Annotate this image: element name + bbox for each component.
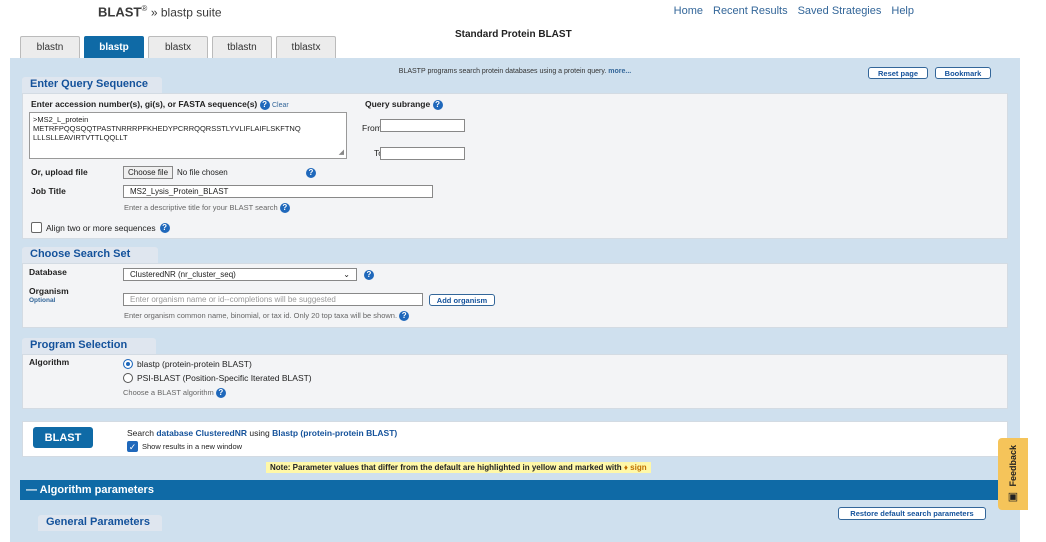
algorithm-label: Algorithm (29, 357, 70, 367)
tab-blastn[interactable]: blastn (20, 36, 80, 58)
help-icon[interactable]: ? (306, 168, 316, 178)
program-tabs: blastn blastp blastx tblastn tblastx (20, 36, 336, 58)
nav-recent-results-link[interactable]: Recent Results (713, 5, 788, 17)
choose-file-button[interactable]: Choose file (123, 166, 174, 179)
algorithm-hint-text: Choose a BLAST algorithm (123, 388, 214, 397)
search-summary-using: using (249, 428, 270, 438)
blastp-radio[interactable] (123, 359, 133, 369)
blast-suite-title: BLAST® » blastp suite (98, 4, 222, 19)
parameter-note-text: Note: Parameter values that differ from … (270, 463, 622, 472)
psiblast-radio[interactable] (123, 373, 133, 383)
help-icon[interactable]: ? (159, 222, 170, 233)
align-two-sequences: Align two or more sequences ? (31, 222, 170, 233)
registered-mark: ® (141, 4, 148, 13)
general-parameters-heading: General Parameters (38, 515, 162, 531)
search-set-panel: Database ClusteredNR (nr_cluster_seq) ⌄ … (22, 263, 1008, 328)
reset-page-button[interactable]: Reset page (868, 67, 928, 79)
organism-hint-text: Enter organism common name, binomial, or… (124, 311, 398, 320)
organism-hint: Enter organism common name, binomial, or… (124, 311, 410, 322)
algorithm-option-psiblast[interactable]: PSI-BLAST (Position-Specific Iterated BL… (123, 373, 312, 383)
feedback-label: Feedback (1008, 444, 1018, 487)
upload-file-label: Or, upload file (31, 167, 88, 177)
submit-row: BLAST Search database ClusteredNR using … (22, 421, 1008, 457)
program-selection-panel: Algorithm blastp (protein-protein BLAST)… (22, 354, 1008, 409)
blast-logo-text[interactable]: BLAST (98, 4, 141, 19)
subrange-label-text: Query subrange (365, 99, 431, 109)
to-input[interactable] (380, 147, 465, 160)
database-label: Database (29, 267, 67, 277)
organism-label: Organism (29, 286, 69, 296)
search-summary-database: database ClusteredNR (156, 428, 248, 438)
help-icon[interactable]: ? (399, 311, 410, 322)
algorithm-hint: Choose a BLAST algorithm ? (123, 388, 226, 399)
tab-tblastn[interactable]: tblastn (212, 36, 272, 58)
query-label: Enter accession number(s), gi(s), or FAS… (31, 99, 289, 110)
no-file-text: No file chosen (177, 168, 228, 177)
bookmark-button[interactable]: Bookmark (935, 67, 991, 79)
from-label: From (362, 123, 382, 133)
feedback-tab[interactable]: Feedback ▣ (998, 438, 1028, 510)
tab-tblastx[interactable]: tblastx (276, 36, 336, 58)
database-selected-value: ClusteredNR (nr_cluster_seq) (130, 270, 236, 279)
job-title-input[interactable]: MS2_Lysis_Protein_BLAST (123, 185, 433, 198)
description-text: BLASTP programs search protein databases… (398, 68, 607, 75)
tab-blastp[interactable]: blastp (84, 36, 144, 58)
restore-defaults-button[interactable]: Restore default search parameters (838, 507, 986, 520)
more-link[interactable]: more... (608, 68, 631, 75)
program-selection-heading: Program Selection (22, 338, 156, 354)
nav-help-link[interactable]: Help (891, 5, 914, 17)
job-title-hint-text: Enter a descriptive title for your BLAST… (124, 203, 278, 212)
align-two-label: Align two or more sequences (46, 222, 156, 233)
resize-handle-icon[interactable]: ◢ (339, 148, 344, 157)
parameter-note: Note: Parameter values that differ from … (266, 462, 651, 473)
main-form-area: BLASTP programs search protein databases… (10, 58, 1020, 542)
query-section-heading: Enter Query Sequence (22, 77, 162, 93)
algorithm-parameters-toggle[interactable]: — Algorithm parameters (20, 480, 1016, 500)
chevron-down-icon: ⌄ (343, 270, 350, 279)
query-panel: Enter accession number(s), gi(s), or FAS… (22, 93, 1008, 239)
from-input[interactable] (380, 119, 465, 132)
new-window-option: ✓ Show results in a new window (127, 441, 242, 452)
new-window-label: Show results in a new window (142, 442, 243, 451)
job-title-hint: Enter a descriptive title for your BLAST… (124, 203, 290, 214)
query-sequence-textarea[interactable]: >MS2_L_protein METRFPQQSQQTPASTNRRRPFKHE… (29, 112, 347, 159)
search-set-heading: Choose Search Set (22, 247, 158, 263)
sequence-line: LLLSLLEAVIRTVTTLQQLLT (33, 133, 128, 142)
psiblast-option-label: PSI-BLAST (Position-Specific Iterated BL… (137, 373, 312, 383)
page-title: Standard Protein BLAST (455, 29, 572, 40)
optional-label: Optional (29, 297, 56, 304)
help-icon[interactable]: ? (364, 270, 374, 280)
database-select[interactable]: ClusteredNR (nr_cluster_seq) ⌄ (123, 268, 357, 281)
clear-link[interactable]: Clear (272, 102, 289, 109)
feedback-icon: ▣ (1007, 491, 1019, 504)
job-title-label: Job Title (31, 186, 66, 196)
nav-saved-strategies-link[interactable]: Saved Strategies (798, 5, 882, 17)
nav-home-link[interactable]: Home (674, 5, 703, 17)
help-icon[interactable]: ? (279, 203, 290, 214)
search-summary-algorithm: Blastp (protein-protein BLAST) (272, 428, 398, 438)
help-icon[interactable]: ? (215, 388, 226, 399)
breadcrumb: » blastp suite (150, 5, 222, 20)
search-summary-prefix: Search (127, 428, 154, 438)
sequence-line: >MS2_L_protein (33, 115, 89, 124)
file-upload-control: Choose file No file chosen (123, 166, 228, 179)
query-subrange-label: Query subrange ? (365, 99, 443, 110)
query-label-text: Enter accession number(s), gi(s), or FAS… (31, 99, 258, 109)
help-icon[interactable]: ? (432, 99, 443, 110)
sequence-line: METRFPQQSQQTPASTNRRRPFKHEDYPCRRQQRSSTLYV… (33, 124, 301, 133)
note-sign: ♦ sign (623, 463, 647, 472)
blastp-option-label: blastp (protein-protein BLAST) (137, 359, 252, 369)
tab-blastx[interactable]: blastx (148, 36, 208, 58)
organism-input[interactable]: Enter organism name or id--completions w… (123, 293, 423, 306)
align-two-checkbox[interactable] (31, 222, 42, 233)
top-nav: Home Recent Results Saved Strategies Hel… (674, 5, 914, 17)
search-summary: Search database ClusteredNR using Blastp… (127, 428, 397, 438)
blast-submit-button[interactable]: BLAST (33, 427, 93, 448)
help-icon[interactable]: ? (259, 99, 270, 110)
add-organism-button[interactable]: Add organism (429, 294, 495, 306)
algorithm-option-blastp[interactable]: blastp (protein-protein BLAST) (123, 359, 252, 369)
new-window-checkbox[interactable]: ✓ (127, 441, 138, 452)
